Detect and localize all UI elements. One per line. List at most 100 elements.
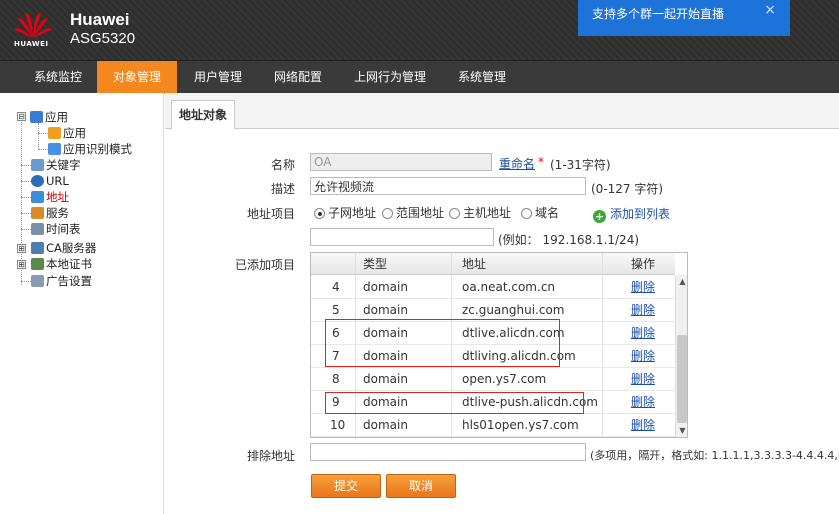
radio-host[interactable]: 主机地址 bbox=[449, 204, 511, 221]
radio-dot bbox=[521, 208, 532, 219]
radio-subnet[interactable]: 子网地址 bbox=[314, 204, 376, 221]
tab-address-object[interactable]: 地址对象 bbox=[171, 100, 235, 130]
radio-dot bbox=[449, 208, 460, 219]
keyword-icon bbox=[31, 159, 44, 171]
highlight-box bbox=[325, 392, 584, 414]
add-to-list-label: 添加到列表 bbox=[610, 207, 671, 221]
app-icon bbox=[30, 111, 43, 123]
tree-item-local-cert[interactable]: 本地证书 bbox=[31, 256, 92, 272]
radio-label: 范围地址 bbox=[396, 206, 445, 220]
tree-expand-icon[interactable]: ⊞ bbox=[17, 244, 26, 253]
tree-item-app-child[interactable]: 应用 bbox=[48, 125, 86, 141]
table-header: 类型 地址 操作 bbox=[311, 253, 675, 275]
table-row[interactable]: 10 domain hls01open.ys7.com 删除 bbox=[311, 414, 675, 437]
delete-link[interactable]: 删除 bbox=[631, 322, 655, 345]
name-input[interactable] bbox=[310, 153, 492, 171]
nav-behavior-management[interactable]: 上网行为管理 bbox=[340, 61, 440, 94]
nav-network-config[interactable]: 网络配置 bbox=[260, 61, 336, 94]
radio-dot bbox=[382, 208, 393, 219]
close-icon[interactable]: × bbox=[764, 2, 776, 18]
tree-item-ca-server[interactable]: CA服务器 bbox=[31, 240, 96, 256]
delete-link[interactable]: 删除 bbox=[631, 368, 655, 391]
nav-user-management[interactable]: 用户管理 bbox=[180, 61, 256, 94]
brand-name: Huawei bbox=[70, 10, 130, 29]
app-header: HUAWEI Huawei ASG5320 支持多个群一起开始直播 × bbox=[0, 0, 839, 60]
column-address: 地址 bbox=[462, 257, 487, 271]
tree-item-url[interactable]: URL bbox=[31, 173, 69, 189]
notification-toast[interactable]: 支持多个群一起开始直播 × bbox=[578, 0, 790, 36]
app-icon bbox=[48, 127, 61, 139]
tree-line bbox=[21, 181, 31, 182]
tree-line bbox=[21, 213, 31, 214]
cancel-button[interactable]: 取消 bbox=[386, 474, 456, 498]
tree-line bbox=[21, 197, 31, 198]
table-row[interactable]: 4 domain oa.neat.com.cn 删除 bbox=[311, 276, 675, 299]
row-address: open.ys7.com bbox=[462, 372, 547, 386]
tree-item-ad-settings[interactable]: 广告设置 bbox=[31, 273, 92, 289]
added-items-label: 已添加项目 bbox=[234, 258, 295, 272]
exclude-address-input[interactable] bbox=[310, 443, 586, 461]
nav-object-management[interactable]: 对象管理 bbox=[97, 61, 177, 94]
required-mark: * bbox=[538, 155, 544, 169]
tree-label: 本地证书 bbox=[46, 257, 92, 271]
tree-item-app[interactable]: 应用 bbox=[30, 109, 68, 125]
tree-label: 应用 bbox=[63, 126, 86, 140]
radio-label: 子网地址 bbox=[328, 206, 377, 220]
toast-message: 支持多个群一起开始直播 bbox=[592, 7, 725, 21]
add-icon: + bbox=[593, 210, 606, 223]
delete-link[interactable]: 删除 bbox=[631, 276, 655, 299]
tree-line bbox=[21, 281, 31, 282]
delete-link[interactable]: 删除 bbox=[631, 345, 655, 368]
calendar-icon bbox=[31, 223, 44, 235]
rename-link[interactable]: 重命名 bbox=[499, 155, 535, 172]
nav-system-management[interactable]: 系统管理 bbox=[444, 61, 520, 94]
highlight-box bbox=[325, 319, 560, 367]
tree-item-schedule[interactable]: 时间表 bbox=[31, 221, 81, 237]
app-root: HUAWEI Huawei ASG5320 支持多个群一起开始直播 × 系统监控… bbox=[0, 0, 839, 514]
nav-system-monitor[interactable]: 系统监控 bbox=[20, 61, 96, 94]
name-label: 名称 bbox=[270, 158, 295, 172]
tree-label: 服务 bbox=[46, 206, 69, 220]
scroll-down-icon[interactable]: ▼ bbox=[676, 424, 687, 437]
row-index: 10 bbox=[330, 418, 346, 432]
tree-label: URL bbox=[46, 174, 69, 188]
tree-item-app-mode[interactable]: 应用识别模式 bbox=[48, 141, 132, 157]
certificate-icon bbox=[31, 258, 44, 270]
delete-link[interactable]: 删除 bbox=[631, 414, 655, 437]
address-input[interactable] bbox=[310, 228, 494, 246]
name-hint: (1-31字符) bbox=[550, 158, 611, 172]
service-icon bbox=[31, 207, 44, 219]
submit-button[interactable]: 提交 bbox=[311, 474, 381, 498]
device-model: ASG5320 bbox=[70, 30, 136, 47]
tree-collapse-icon[interactable]: ⊟ bbox=[17, 112, 26, 121]
tree-line bbox=[38, 123, 39, 149]
column-type: 类型 bbox=[363, 257, 388, 271]
ad-settings-icon bbox=[31, 275, 44, 287]
tree-expand-icon[interactable]: ⊞ bbox=[17, 260, 26, 269]
row-type: domain bbox=[363, 280, 408, 294]
main-nav: 系统监控 对象管理 用户管理 网络配置 上网行为管理 系统管理 bbox=[0, 60, 839, 94]
table-row[interactable]: 8 domain open.ys7.com 删除 bbox=[311, 368, 675, 391]
radio-label: 域名 bbox=[535, 206, 560, 220]
tree-label: 时间表 bbox=[46, 222, 81, 236]
description-input[interactable] bbox=[310, 177, 586, 195]
scroll-thumb[interactable] bbox=[677, 335, 687, 423]
ca-server-icon bbox=[31, 242, 44, 254]
radio-domain[interactable]: 域名 bbox=[521, 204, 559, 221]
tab-bar: 地址对象 bbox=[165, 93, 839, 130]
tree-label: 地址 bbox=[46, 190, 69, 204]
tree-item-address[interactable]: 地址 bbox=[31, 189, 69, 205]
radio-range[interactable]: 范围地址 bbox=[382, 204, 444, 221]
table-scrollbar[interactable]: ▲ ▼ bbox=[675, 275, 687, 437]
scroll-up-icon[interactable]: ▲ bbox=[676, 275, 687, 289]
row-index: 8 bbox=[332, 372, 340, 386]
delete-link[interactable]: 删除 bbox=[631, 391, 655, 414]
row-address: hls01open.ys7.com bbox=[462, 418, 579, 432]
delete-link[interactable]: 删除 bbox=[631, 299, 655, 322]
tree-item-keyword[interactable]: 关键字 bbox=[31, 157, 81, 173]
add-to-list-button[interactable]: + 添加到列表 bbox=[593, 205, 670, 223]
row-index: 4 bbox=[332, 280, 340, 294]
tree-item-service[interactable]: 服务 bbox=[31, 205, 69, 221]
object-tree: ⊟ 应用 应用 应用识别模式 关键字 URL 地址 服务 时间表 ⊞ CA服务器… bbox=[0, 93, 164, 514]
tree-label: 应用识别模式 bbox=[63, 142, 132, 156]
